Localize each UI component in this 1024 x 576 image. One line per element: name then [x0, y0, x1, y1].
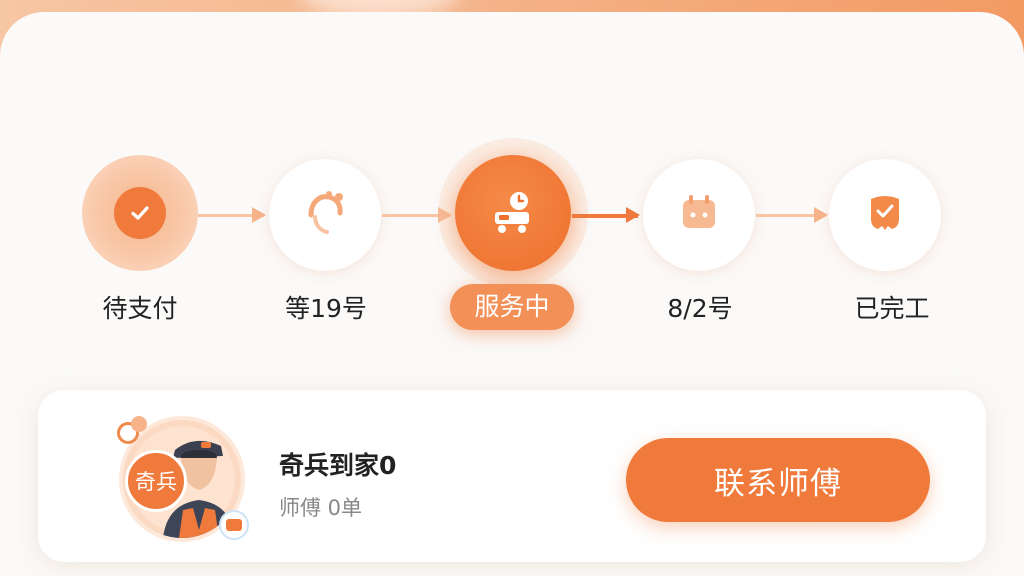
chat-status-icon: [219, 510, 249, 540]
check-icon: [114, 187, 166, 239]
brand-badge: 奇兵: [125, 450, 187, 512]
step-label-paid: 待支付: [102, 294, 178, 323]
step-paid[interactable]: [82, 155, 198, 271]
technician-meta: 师傅 0单: [279, 496, 363, 520]
step-label-in-service: 服务中: [450, 284, 574, 330]
service-cart-icon: [455, 155, 571, 271]
headset-icon: [299, 187, 351, 243]
technician-name: 奇兵到家0: [279, 451, 397, 480]
step-label-waiting: 等19号: [285, 294, 367, 323]
step-scheduled[interactable]: [643, 159, 755, 271]
step-in-service[interactable]: [438, 138, 588, 288]
step-completed[interactable]: [829, 159, 941, 271]
step-label-scheduled: 8/2号: [667, 294, 733, 323]
step-arrow: [198, 207, 266, 223]
step-label-completed: 已完工: [854, 294, 930, 323]
shield-check-icon: [861, 189, 909, 241]
step-arrow: [756, 207, 828, 223]
order-progress-panel: 待支付 等19号 服务中 8/2号 已完工 奇兵 奇兵到家0 师傅 0单 联系师…: [0, 12, 1024, 576]
contact-technician-button[interactable]: 联系师傅: [626, 438, 930, 522]
step-waiting[interactable]: [269, 159, 381, 271]
calendar-icon: [675, 189, 723, 241]
technician-card: 奇兵 奇兵到家0 师傅 0单 联系师傅: [38, 390, 986, 562]
avatar[interactable]: 奇兵: [117, 416, 249, 540]
avatar-decoration-icon: [131, 416, 147, 432]
progress-steps: 待支付 等19号 服务中 8/2号 已完工: [0, 12, 1024, 352]
step-arrow-active: [572, 207, 640, 223]
